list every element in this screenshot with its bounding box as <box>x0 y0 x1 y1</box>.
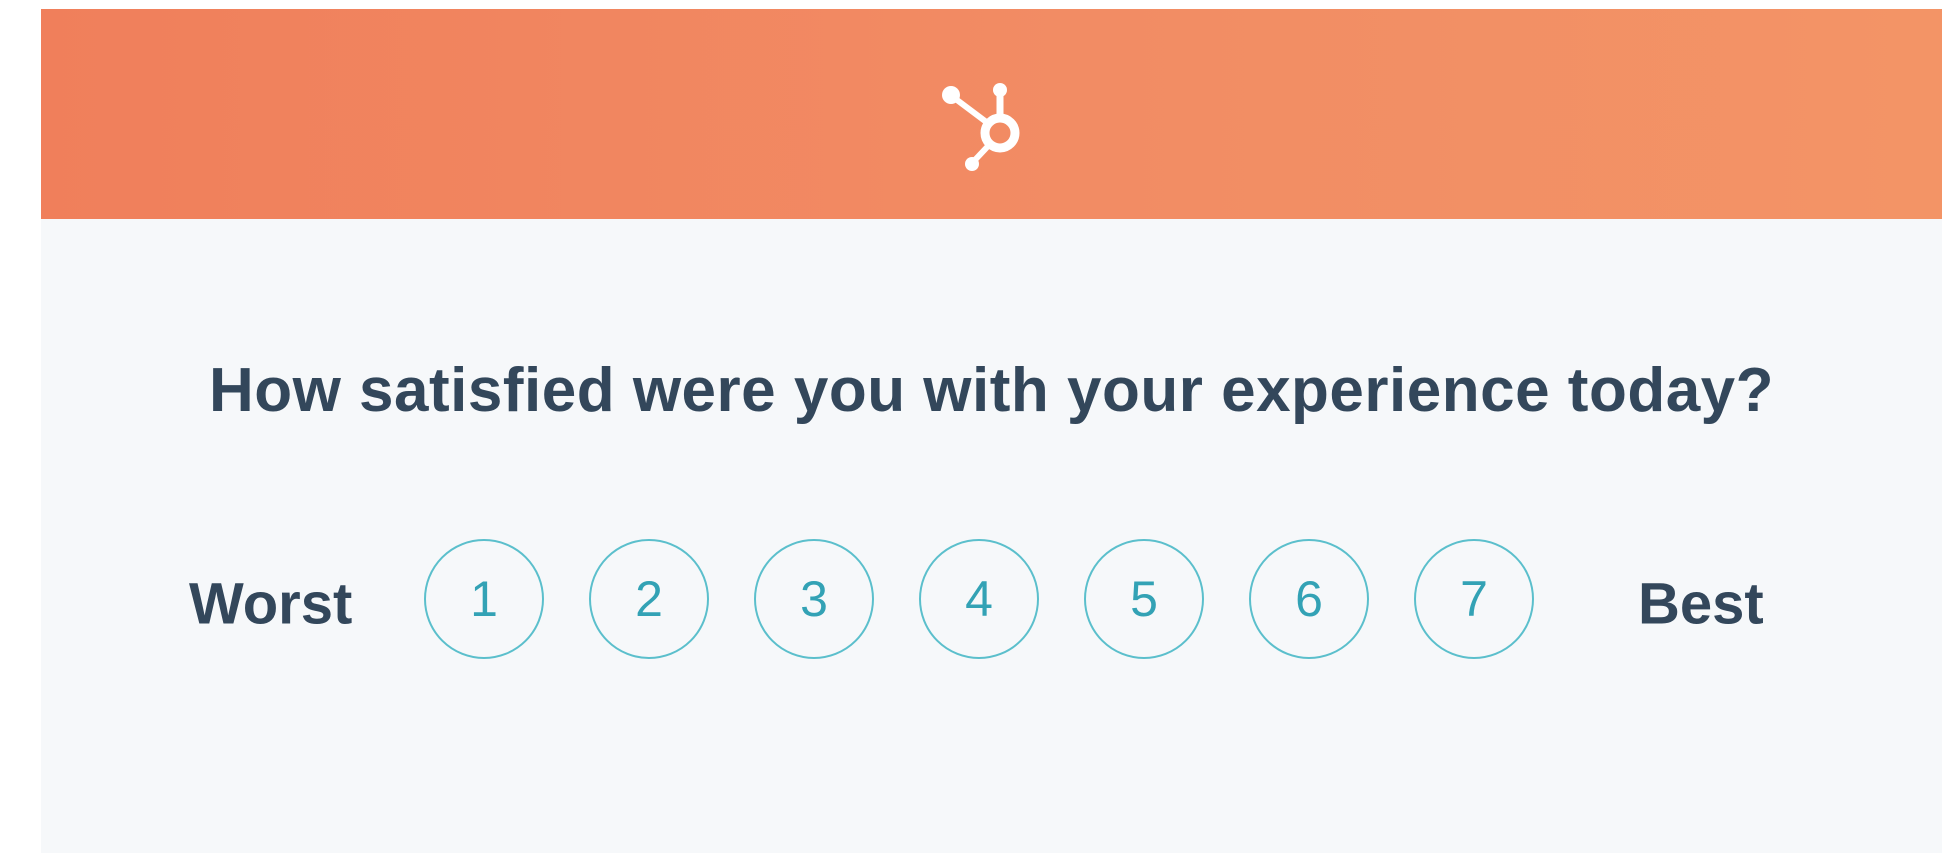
hubspot-sprocket-icon <box>942 83 1020 171</box>
rating-option-3[interactable]: 3 <box>754 539 874 659</box>
rating-scale: Worst 1 2 3 4 5 6 7 Best <box>41 539 1942 669</box>
rating-option-5[interactable]: 5 <box>1084 539 1204 659</box>
rating-options: 1 2 3 4 5 6 7 <box>424 539 1534 669</box>
rating-option-1[interactable]: 1 <box>424 539 544 659</box>
scale-high-label: Best <box>1638 571 1764 637</box>
rating-option-2[interactable]: 2 <box>589 539 709 659</box>
rating-option-6[interactable]: 6 <box>1249 539 1369 659</box>
survey-card: How satisfied were you with your experie… <box>41 9 1942 853</box>
rating-option-4[interactable]: 4 <box>919 539 1039 659</box>
survey-question: How satisfied were you with your experie… <box>208 356 1775 425</box>
scale-low-label: Worst <box>189 571 353 637</box>
rating-option-7[interactable]: 7 <box>1414 539 1534 659</box>
survey-header <box>41 9 1942 219</box>
